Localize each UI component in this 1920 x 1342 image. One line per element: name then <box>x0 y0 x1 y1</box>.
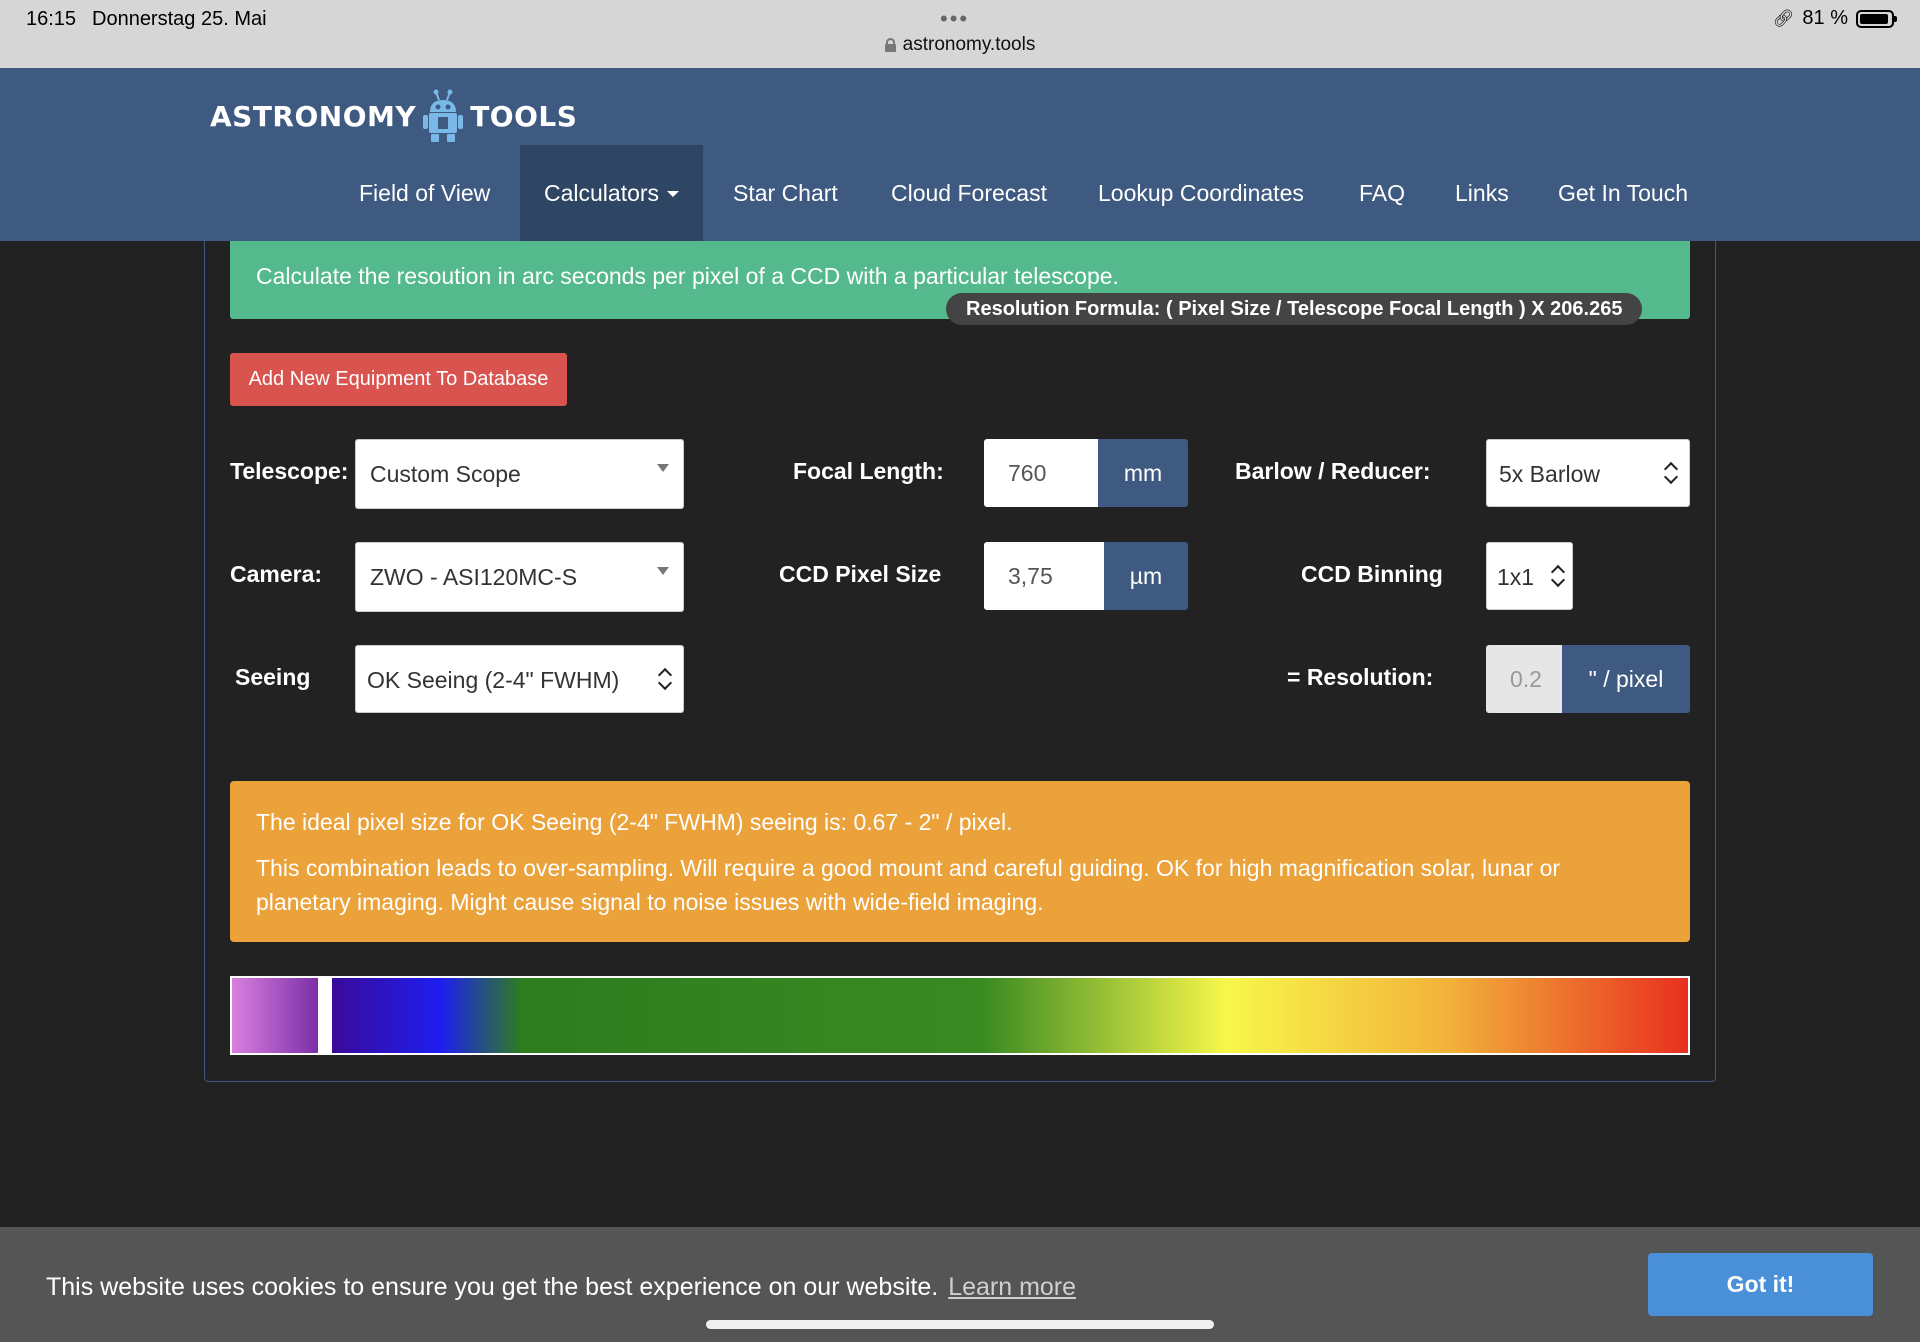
spectrum-main-segment <box>332 978 1688 1053</box>
updown-chevron-icon <box>1552 567 1564 587</box>
resolution-output: 0.2 <box>1486 645 1562 713</box>
add-equipment-button[interactable]: Add New Equipment To Database <box>230 353 567 406</box>
link-icon: 🔗︎ <box>1772 8 1795 28</box>
pixel-size-label: CCD Pixel Size <box>779 561 942 587</box>
telescope-value: Custom Scope <box>370 461 521 487</box>
dropdown-arrow-icon <box>657 567 669 575</box>
resolution-unit-addon: " / pixel <box>1562 645 1690 713</box>
logo-text-right: TOOLS <box>470 99 578 133</box>
address-bar[interactable]: astronomy.tools <box>0 34 1920 56</box>
more-dots-icon[interactable]: ••• <box>940 6 969 32</box>
dropdown-arrow-icon <box>657 464 669 472</box>
robot-logo-icon <box>423 89 464 142</box>
browser-status-bar: 16:15 Donnerstag 25. Mai ••• astronomy.t… <box>0 0 1920 68</box>
status-time: 16:15 <box>26 8 77 30</box>
pixel-unit-addon: µm <box>1104 542 1188 610</box>
cookie-text: This website uses cookies to ensure you … <box>46 1273 939 1301</box>
updown-chevron-icon <box>659 670 671 690</box>
barlow-value: 5x Barlow <box>1499 461 1600 487</box>
undersampling-segment <box>232 978 318 1053</box>
current-position-marker <box>318 978 332 1053</box>
cookie-accept-button[interactable]: Got it! <box>1648 1253 1873 1316</box>
status-date: Donnerstag 25. Mai <box>92 8 267 30</box>
cookie-message: This website uses cookies to ensure you … <box>46 1273 1076 1302</box>
url-text: astronomy.tools <box>902 34 1036 55</box>
spectrum-graphic <box>232 978 1688 1053</box>
seeing-label: Seeing <box>235 664 311 690</box>
camera-select[interactable]: ZWO - ASI120MC-S <box>355 542 684 612</box>
nav-calculators[interactable]: Calculators <box>520 145 704 241</box>
battery-percent: 81 % <box>1802 7 1848 29</box>
site-logo[interactable]: ASTRONOMY TOOLS <box>210 84 577 148</box>
resolution-label: = Resolution: <box>1287 664 1434 690</box>
updown-chevron-icon <box>1665 464 1677 484</box>
learn-more-link[interactable]: Learn more <box>948 1273 1076 1301</box>
pixel-size-input[interactable]: 3,75 <box>984 542 1104 610</box>
barlow-label: Barlow / Reducer: <box>1235 458 1431 484</box>
sampling-warning: The ideal pixel size for OK Seeing (2-4"… <box>230 781 1690 942</box>
battery-icon <box>1856 9 1897 28</box>
camera-value: ZWO - ASI120MC-S <box>370 564 578 590</box>
nav-lookup-coordinates[interactable]: Lookup Coordinates <box>1098 145 1304 241</box>
focal-length-input[interactable]: 760 <box>984 439 1098 507</box>
sampling-spectrum-bar <box>230 976 1690 1055</box>
oversampling-text: This combination leads to over-sampling.… <box>256 855 1561 915</box>
telescope-select[interactable]: Custom Scope <box>355 439 684 509</box>
ideal-pixel-size-text: The ideal pixel size for OK Seeing (2-4"… <box>256 809 1013 835</box>
pixel-size-value: 3,75 <box>1008 563 1053 589</box>
nav-links[interactable]: Links <box>1455 145 1509 241</box>
status-indicators: 🔗︎ 81 % <box>1772 7 1897 30</box>
binning-select[interactable]: 1x1 <box>1486 542 1573 610</box>
focal-unit-addon: mm <box>1098 439 1188 507</box>
nav-star-chart[interactable]: Star Chart <box>733 145 838 241</box>
seeing-select[interactable]: OK Seeing (2-4" FWHM) <box>355 645 684 713</box>
camera-label: Camera: <box>230 561 323 587</box>
nav-get-in-touch[interactable]: Get In Touch <box>1558 145 1688 241</box>
seeing-value: OK Seeing (2-4" FWHM) <box>367 667 620 693</box>
formula-badge: Resolution Formula: ( Pixel Size / Teles… <box>946 293 1643 325</box>
nav-faq[interactable]: FAQ <box>1359 145 1405 241</box>
binning-value: 1x1 <box>1497 564 1535 590</box>
resolution-value: 0.2 <box>1510 666 1542 692</box>
intro-text: Calculate the resoution in arc seconds p… <box>256 263 1119 289</box>
lock-icon <box>884 38 896 52</box>
nav-calculators-label: Calculators <box>544 180 660 206</box>
focal-length-value: 760 <box>1008 460 1047 486</box>
barlow-select[interactable]: 5x Barlow <box>1486 439 1690 507</box>
caret-down-icon <box>667 191 680 197</box>
focal-length-label: Focal Length: <box>793 458 944 484</box>
telescope-label: Telescope: <box>230 458 349 484</box>
home-indicator[interactable] <box>706 1320 1214 1329</box>
binning-label: CCD Binning <box>1301 561 1443 587</box>
nav-cloud-forecast[interactable]: Cloud Forecast <box>891 145 1047 241</box>
main-nav: Field of View Calculators Star Chart Clo… <box>0 145 1920 241</box>
nav-field-of-view[interactable]: Field of View <box>359 145 490 241</box>
site-header: ASTRONOMY TOOLS Field of View Calculator… <box>0 68 1920 241</box>
logo-text-left: ASTRONOMY <box>210 99 417 133</box>
